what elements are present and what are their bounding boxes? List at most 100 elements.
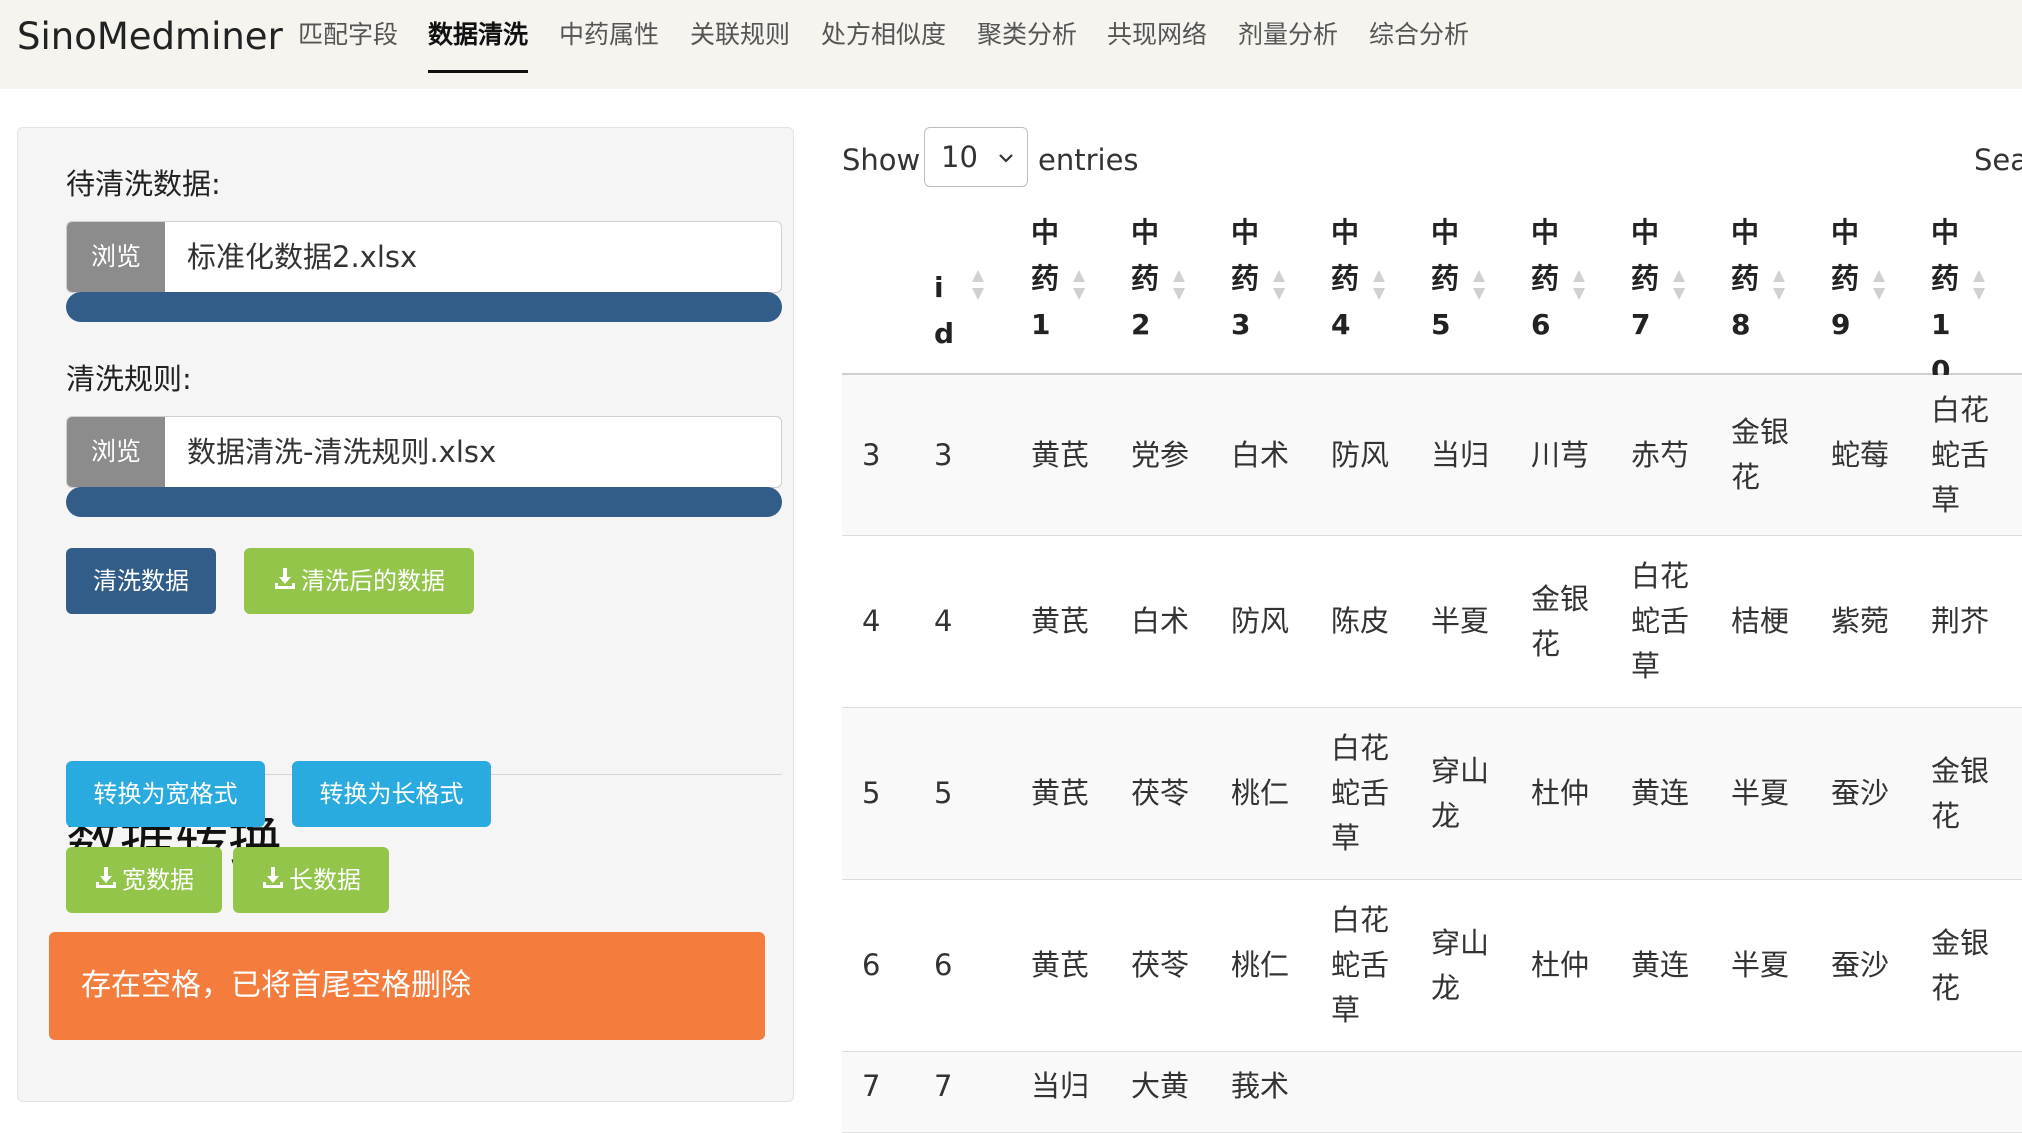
nav-item-association-rules[interactable]: 关联规则 <box>690 18 790 52</box>
table-cell: 黄芪 <box>1031 375 1103 535</box>
table-cell: 杜仲 <box>1531 880 1603 1051</box>
raw-data-browse-button[interactable]: 浏览 <box>67 222 165 292</box>
column-header-label: id <box>934 271 955 350</box>
column-header-label: 中药1 <box>1031 216 1060 341</box>
table-cell-text: 茯苓 <box>1131 948 1190 982</box>
table-cell: 荆芥 <box>1931 536 2003 707</box>
table-cell-text: 赤芍 <box>1631 437 1690 472</box>
table-cell-text: 蚕沙 <box>1831 948 1890 982</box>
table-cell: 蚕沙 <box>1831 708 1903 879</box>
table-cell: 白花蛇舌草 <box>1931 375 2003 535</box>
nav-item-prescription-similarity[interactable]: 处方相似度 <box>821 18 946 52</box>
app-brand[interactable]: SinoMedminer <box>17 14 283 60</box>
table-cell: 当归 <box>1031 1052 1103 1109</box>
table-row[interactable]: 3 3 黄芪 党参 白术 防风 当归 川芎 赤芍 金银花 蛇莓 白花蛇舌草 <box>842 375 2022 536</box>
table-cell-text: 金银花 <box>1931 925 1990 1005</box>
download-cleaned-data-button[interactable]: 清洗后的数据 <box>244 548 474 614</box>
table-cell: 党参 <box>1131 375 1203 535</box>
sort-icon[interactable] <box>1371 268 1387 309</box>
data-table: id 中药1 中药2 中药3 中药4 中药5 中药6 中药7 中药8 中药9 中药10 3 3 黄芪 党参… <box>842 210 2022 1133</box>
table-cell-text: 蚕沙 <box>1831 776 1890 810</box>
clean-data-button[interactable]: 清洗数据 <box>66 548 216 614</box>
nav-item-herb-properties[interactable]: 中药属性 <box>559 18 659 52</box>
download-long-data-button[interactable]: 长数据 <box>233 847 389 913</box>
convert-to-long-button[interactable]: 转换为长格式 <box>292 761 491 827</box>
sort-icon[interactable] <box>1971 268 1987 309</box>
table-cell-text: 4 <box>934 604 953 638</box>
table-cell: 7 <box>934 1052 1006 1109</box>
table-cell-text: 黄连 <box>1631 948 1690 982</box>
sort-icon[interactable] <box>1171 268 1187 309</box>
table-cell: 蚕沙 <box>1831 880 1903 1051</box>
sort-icon[interactable] <box>1771 268 1787 309</box>
rules-upload-progress <box>66 487 782 517</box>
table-cell-text: 黄连 <box>1631 776 1690 810</box>
sort-icon[interactable] <box>1271 268 1287 309</box>
table-cell-text: 莪术 <box>1231 1069 1290 1103</box>
table-cell-text: 白术 <box>1231 437 1290 472</box>
table-row[interactable]: 6 6 黄芪 茯苓 桃仁 白花蛇舌草 穿山龙 杜仲 黄连 半夏 蚕沙 金银花 <box>842 880 2022 1052</box>
table-cell: 白花蛇舌草 <box>1631 536 1703 707</box>
column-header-label: 中药2 <box>1131 216 1160 341</box>
table-cell: 6 <box>862 880 934 1051</box>
nav-item-match-fields[interactable]: 匹配字段 <box>298 18 398 52</box>
sort-icon[interactable] <box>1071 268 1087 309</box>
table-cell-text: 黄芪 <box>1031 604 1090 638</box>
table-cell-text: 白术 <box>1131 604 1190 638</box>
table-cell-text: 防风 <box>1331 437 1390 472</box>
search-label: Sea <box>1974 143 2022 177</box>
table-cell-text: 5 <box>934 776 953 810</box>
column-header-label: 中药5 <box>1431 216 1460 341</box>
download-wide-data-label: 宽数据 <box>122 866 194 894</box>
rules-file-input[interactable]: 浏览 数据清洗-清洗规则.xlsx <box>66 416 782 488</box>
table-cell-text: 大黄 <box>1131 1069 1190 1103</box>
table-cell-text: 桃仁 <box>1231 948 1290 982</box>
sort-icon[interactable] <box>1571 268 1587 309</box>
table-cell: 6 <box>934 880 1006 1051</box>
nav-item-cluster-analysis[interactable]: 聚类分析 <box>977 18 1077 52</box>
table-cell-text: 荆芥 <box>1931 604 1990 638</box>
table-cell-text: 紫菀 <box>1831 604 1890 638</box>
table-cell: 陈皮 <box>1331 536 1403 707</box>
table-cell-text: 6 <box>934 948 953 982</box>
table-cell-text: 当归 <box>1431 437 1490 472</box>
table-cell: 3 <box>862 375 934 535</box>
table-header: id 中药1 中药2 中药3 中药4 中药5 中药6 中药7 中药8 中药9 中药10 <box>842 210 2022 387</box>
rules-browse-button[interactable]: 浏览 <box>67 417 165 487</box>
table-cell: 5 <box>862 708 934 879</box>
convert-to-wide-button[interactable]: 转换为宽格式 <box>66 761 265 827</box>
table-row[interactable]: 4 4 黄芪 白术 防风 陈皮 半夏 金银花 白花蛇舌草 桔梗 紫菀 荆芥 <box>842 536 2022 708</box>
sort-icon[interactable] <box>1671 268 1687 309</box>
table-cell: 赤芍 <box>1631 375 1703 535</box>
nav-item-comprehensive-analysis[interactable]: 综合分析 <box>1369 18 1469 52</box>
table-cell: 紫菀 <box>1831 536 1903 707</box>
raw-data-file-input[interactable]: 浏览 标准化数据2.xlsx <box>66 221 782 293</box>
table-cell <box>1931 1052 2003 1064</box>
download-icon <box>273 549 297 615</box>
top-navbar: SinoMedminer 匹配字段 数据清洗 中药属性 关联规则 处方相似度 聚… <box>0 0 2022 89</box>
table-row[interactable]: 7 7 当归 大黄 莪术 <box>842 1052 2022 1133</box>
table-cell: 白术 <box>1231 375 1303 535</box>
table-cell-text: 桃仁 <box>1231 776 1290 810</box>
table-cell: 蛇莓 <box>1831 375 1903 535</box>
nav-item-dose-analysis[interactable]: 剂量分析 <box>1238 18 1338 52</box>
sort-icon[interactable] <box>1871 268 1887 309</box>
nav-item-data-cleaning[interactable]: 数据清洗 <box>428 18 528 52</box>
table-cell-text: 黄芪 <box>1031 437 1090 472</box>
nav-item-cooccurrence-network[interactable]: 共现网络 <box>1107 18 1207 52</box>
column-header-label: 中药7 <box>1631 216 1660 341</box>
download-wide-data-button[interactable]: 宽数据 <box>66 847 222 913</box>
page-size-select[interactable]: 10 <box>924 127 1028 187</box>
download-icon <box>94 848 118 914</box>
table-cell-text: 杜仲 <box>1531 948 1590 982</box>
table-cell: 金银花 <box>1731 375 1803 535</box>
table-cell: 桃仁 <box>1231 880 1303 1051</box>
sort-icon[interactable] <box>1471 268 1487 309</box>
table-cell: 半夏 <box>1431 536 1503 707</box>
table-cell: 杜仲 <box>1531 708 1603 879</box>
raw-data-file-name: 标准化数据2.xlsx <box>187 240 418 274</box>
sort-icon[interactable] <box>970 268 986 309</box>
table-cell: 黄芪 <box>1031 536 1103 707</box>
table-row[interactable]: 5 5 黄芪 茯苓 桃仁 白花蛇舌草 穿山龙 杜仲 黄连 半夏 蚕沙 金银花 <box>842 708 2022 880</box>
active-tab-indicator <box>428 70 528 73</box>
